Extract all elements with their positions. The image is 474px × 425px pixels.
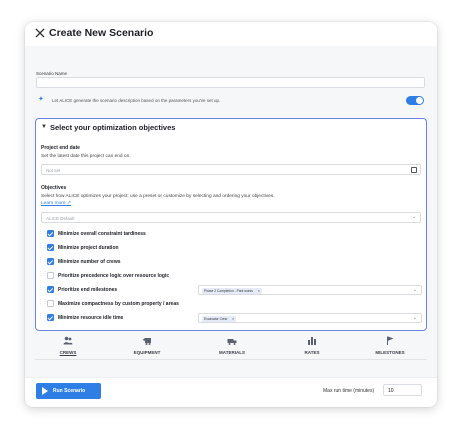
drag-handle-icon[interactable]: ⋮⋮ [38, 286, 48, 293]
objective-row[interactable]: ⋮⋮ Prioritize precedence logic over reso… [38, 270, 424, 282]
objective-checkbox[interactable] [47, 230, 54, 237]
preset-placeholder: ALICE Default [46, 215, 75, 221]
objective-checkbox[interactable] [47, 300, 54, 307]
run-scenario-button[interactable]: Run Scenario [36, 383, 101, 399]
alice-description-toggle[interactable] [406, 96, 424, 105]
rates-icon [307, 336, 317, 345]
objective-label: Minimize number of crews [58, 259, 121, 265]
objective-label: Prioritize precedence logic over resourc… [58, 273, 170, 279]
tag-chip-label: Excavator Crew [204, 316, 228, 321]
chevron-down-icon: ⌄ [411, 214, 416, 220]
objective-checkbox[interactable] [47, 314, 54, 321]
resource-tabs: CREWS EQUIPMENT MATERIALS RATES MILESTON… [25, 330, 437, 366]
objective-row[interactable]: ⋮⋮ Minimize project duration [38, 242, 424, 254]
drag-handle-icon[interactable]: ⋮⋮ [38, 230, 48, 237]
max-run-time-input[interactable]: 10 [383, 384, 422, 396]
close-icon[interactable] [34, 26, 46, 40]
tab-label: CREWS [59, 350, 77, 355]
chevron-down-icon: ⌄ [412, 287, 417, 293]
objective-row[interactable]: ⋮⋮ Prioritize end milestones Phase 2 Com… [38, 284, 424, 296]
tab-label: MILESTONES [375, 350, 405, 355]
project-end-date-input[interactable]: Not set [41, 164, 421, 175]
objective-label: Prioritize end milestones [58, 287, 118, 293]
drag-handle-icon[interactable]: ⋮⋮ [38, 244, 48, 251]
drag-handle-icon[interactable]: ⋮⋮ [38, 258, 48, 265]
calendar-icon[interactable] [411, 167, 417, 173]
dialog-title: Create New Scenario [49, 27, 154, 39]
milestones-icon [385, 336, 395, 345]
project-end-label: Project end date [41, 145, 80, 151]
date-placeholder: Not set [46, 167, 61, 173]
objective-row[interactable]: ⋮⋮ Minimize number of crews [38, 256, 424, 268]
run-scenario-label: Run Scenario [53, 388, 86, 394]
objective-checkbox[interactable] [47, 244, 54, 251]
sparkle-icon: ✦ [38, 96, 44, 103]
objective-checkbox[interactable] [47, 286, 54, 293]
toggle-knob [416, 97, 423, 104]
dialog-footer: Run Scenario Max run time (minutes) 10 [25, 377, 437, 407]
objective-label: Minimize overall constraint tardiness [58, 231, 146, 237]
objective-label: Maximize compactness by custom property … [58, 301, 179, 307]
drag-handle-icon[interactable]: ⋮⋮ [38, 314, 48, 321]
tag-chip: Excavator Crew × [202, 315, 237, 322]
scenario-name-input[interactable] [36, 77, 425, 88]
external-link-icon: ↗ [66, 201, 71, 206]
tag-chip: Phase 2 Completion - Park works × [202, 287, 262, 294]
dialog-header: Create New Scenario [25, 22, 437, 46]
project-end-description: Set the latest date this project can end… [41, 154, 131, 159]
tab-label: MATERIALS [219, 350, 245, 355]
alice-description-row: ✦ Let ALICE generate the scenario descri… [38, 96, 424, 106]
objective-row[interactable]: ⋮⋮ Maximize compactness by custom proper… [38, 298, 424, 310]
objectives-description: Select how ALICE optimizes your project:… [41, 194, 275, 199]
objectives-label: Objectives [41, 185, 67, 191]
preset-select[interactable]: ALICE Default ⌄ [41, 212, 421, 223]
play-icon [42, 387, 48, 395]
learn-more-link[interactable]: Learn more ↗ [41, 201, 71, 206]
max-run-time-label: Max run time (minutes) [323, 388, 375, 394]
create-scenario-dialog: Create New Scenario Scenario Name ✦ Let … [25, 22, 437, 407]
drag-handle-icon[interactable]: ⋮⋮ [38, 300, 48, 307]
chevron-down-icon: ⌄ [412, 315, 417, 321]
materials-icon [227, 336, 237, 345]
objectives-panel: ▼ Select your optimization objectives Pr… [35, 118, 427, 331]
objective-row[interactable]: ⋮⋮ Minimize resource idle time Excavator… [38, 312, 424, 324]
objective-row[interactable]: ⋮⋮ Minimize overall constraint tardiness [38, 228, 424, 240]
objective-label: Minimize project duration [58, 245, 119, 251]
tab-label: RATES [304, 350, 320, 355]
remove-tag-icon[interactable]: × [232, 316, 234, 321]
scenario-name-label: Scenario Name [36, 71, 68, 76]
alice-description-text: Let ALICE generate the scenario descript… [52, 98, 221, 103]
drag-handle-icon[interactable]: ⋮⋮ [38, 272, 48, 279]
tabs-divider [35, 359, 427, 360]
objective-checkbox[interactable] [47, 258, 54, 265]
crews-icon [63, 336, 73, 345]
tag-chip-label: Phase 2 Completion - Park works [204, 288, 253, 293]
learn-more-label: Learn more [41, 201, 66, 206]
tab-label: EQUIPMENT [133, 350, 161, 355]
caret-down-icon[interactable]: ▼ [41, 124, 47, 130]
objective-checkbox[interactable] [47, 272, 54, 279]
resource-tag-select[interactable]: Excavator Crew × ⌄ [198, 313, 422, 323]
milestone-tag-select[interactable]: Phase 2 Completion - Park works × ⌄ [198, 285, 422, 295]
objective-label: Minimize resource idle time [58, 315, 124, 321]
equipment-icon [142, 336, 152, 345]
objectives-panel-title[interactable]: Select your optimization objectives [50, 123, 175, 132]
remove-tag-icon[interactable]: × [258, 288, 260, 293]
